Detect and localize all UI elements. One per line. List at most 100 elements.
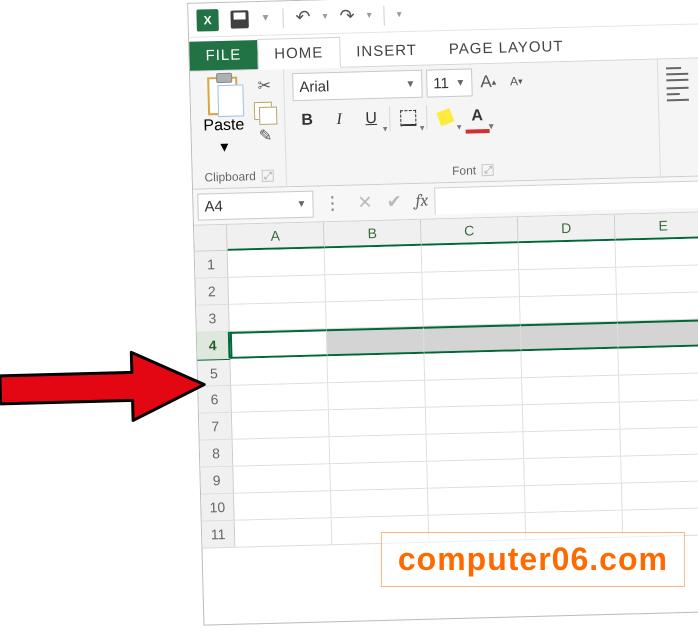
cell[interactable] xyxy=(426,405,524,435)
cell[interactable] xyxy=(231,383,329,413)
cell[interactable] xyxy=(523,403,621,433)
accept-formula-icon[interactable]: ✔ xyxy=(386,191,402,212)
font-size-combo[interactable]: 11 ▼ xyxy=(426,68,473,97)
qat-customize-icon[interactable]: ▾ xyxy=(397,9,402,20)
row-header[interactable]: 4 xyxy=(197,332,231,360)
cell[interactable] xyxy=(235,518,333,548)
name-box[interactable]: A4 ▼ xyxy=(197,191,314,221)
tab-home[interactable]: HOME xyxy=(257,37,341,70)
cell[interactable] xyxy=(520,295,618,325)
format-painter-icon[interactable] xyxy=(254,126,277,147)
cell[interactable] xyxy=(521,349,619,379)
cell[interactable] xyxy=(228,248,326,278)
cell[interactable] xyxy=(325,273,423,303)
underline-button[interactable]: U▾ xyxy=(357,105,386,134)
cell[interactable] xyxy=(617,292,698,322)
column-header[interactable]: B xyxy=(324,220,422,249)
cell[interactable] xyxy=(621,427,698,457)
clipboard-dialog-launcher-icon[interactable]: ⤢ xyxy=(262,170,274,182)
cell[interactable] xyxy=(327,327,425,357)
cell[interactable] xyxy=(427,432,525,462)
cell[interactable] xyxy=(330,435,428,465)
cell[interactable] xyxy=(327,354,425,384)
paste-dropdown-icon[interactable]: ▾ xyxy=(220,137,229,157)
cell[interactable] xyxy=(522,376,620,406)
cell[interactable] xyxy=(329,408,427,438)
cell[interactable] xyxy=(519,241,617,271)
cell[interactable] xyxy=(232,410,330,440)
redo-icon[interactable]: ↷ xyxy=(339,5,355,26)
row-header[interactable]: 7 xyxy=(199,413,233,441)
row-header[interactable]: 9 xyxy=(200,467,234,495)
fill-color-button[interactable]: ▾ xyxy=(431,103,460,132)
paste-button[interactable]: Paste ▾ xyxy=(198,74,249,159)
cell[interactable] xyxy=(424,351,522,381)
cell[interactable] xyxy=(422,243,520,273)
row-header[interactable]: 10 xyxy=(201,494,235,522)
cell[interactable] xyxy=(328,381,426,411)
row-header[interactable]: 3 xyxy=(196,305,230,333)
row-header[interactable]: 11 xyxy=(202,521,236,549)
copy-icon[interactable] xyxy=(254,102,276,121)
borders-button[interactable]: ▾ xyxy=(394,104,423,133)
undo-dropdown-icon[interactable]: ▾ xyxy=(322,11,327,22)
cell[interactable] xyxy=(230,329,328,359)
cell[interactable] xyxy=(233,437,331,467)
row-header[interactable]: 6 xyxy=(198,386,232,414)
cell[interactable] xyxy=(234,491,332,521)
cell[interactable] xyxy=(326,300,424,330)
cell[interactable] xyxy=(228,275,326,305)
formula-input[interactable] xyxy=(434,180,698,214)
cell[interactable] xyxy=(618,319,698,349)
cell[interactable] xyxy=(330,462,428,492)
redo-dropdown-icon[interactable]: ▾ xyxy=(367,10,372,21)
row-header[interactable]: 5 xyxy=(198,359,232,387)
tab-file[interactable]: FILE xyxy=(189,40,257,71)
cell[interactable] xyxy=(519,268,617,298)
cell[interactable] xyxy=(525,484,623,514)
cell[interactable] xyxy=(428,486,526,516)
cut-icon[interactable] xyxy=(253,76,276,97)
font-color-button[interactable]: A▾ xyxy=(463,102,492,131)
cell[interactable] xyxy=(233,464,331,494)
bold-button[interactable]: B xyxy=(293,106,322,135)
cell[interactable] xyxy=(620,400,698,430)
qat-dropdown-icon[interactable]: ▼ xyxy=(260,13,270,24)
cell[interactable] xyxy=(331,489,429,519)
column-header[interactable]: D xyxy=(518,215,616,244)
increase-font-size-button[interactable]: A▴ xyxy=(476,70,501,95)
font-name-combo[interactable]: Arial ▼ xyxy=(292,70,423,101)
column-header[interactable]: E xyxy=(615,212,698,241)
tab-page-layout[interactable]: PAGE LAYOUT xyxy=(433,32,580,65)
align-top-icon[interactable] xyxy=(666,67,688,82)
cell[interactable] xyxy=(621,454,698,484)
cell[interactable] xyxy=(524,430,622,460)
italic-button[interactable]: I xyxy=(325,106,354,135)
cell[interactable] xyxy=(616,265,698,295)
align-left-icon[interactable] xyxy=(667,87,689,102)
select-all-corner[interactable] xyxy=(194,225,228,252)
column-header[interactable]: C xyxy=(421,217,519,246)
row-header[interactable]: 2 xyxy=(195,278,229,306)
cell[interactable] xyxy=(521,322,619,352)
cell[interactable] xyxy=(427,459,525,489)
undo-icon[interactable]: ↶ xyxy=(295,7,311,28)
cell[interactable] xyxy=(425,378,523,408)
tab-insert[interactable]: INSERT xyxy=(340,35,433,66)
cell[interactable] xyxy=(616,238,698,268)
cell[interactable] xyxy=(423,297,521,327)
cell[interactable] xyxy=(229,302,327,332)
row-header[interactable]: 8 xyxy=(200,440,234,468)
cell[interactable] xyxy=(622,481,698,511)
row-header[interactable]: 1 xyxy=(195,251,229,279)
save-icon[interactable] xyxy=(230,10,248,28)
cell[interactable] xyxy=(424,324,522,354)
cell[interactable] xyxy=(619,373,698,403)
cancel-formula-icon[interactable]: ✕ xyxy=(357,192,373,213)
cell[interactable] xyxy=(231,356,329,386)
cell[interactable] xyxy=(524,457,622,487)
insert-function-button[interactable]: fx xyxy=(415,192,428,211)
decrease-font-size-button[interactable]: A▾ xyxy=(504,69,529,94)
cell[interactable] xyxy=(325,246,423,276)
cell[interactable] xyxy=(422,270,520,300)
